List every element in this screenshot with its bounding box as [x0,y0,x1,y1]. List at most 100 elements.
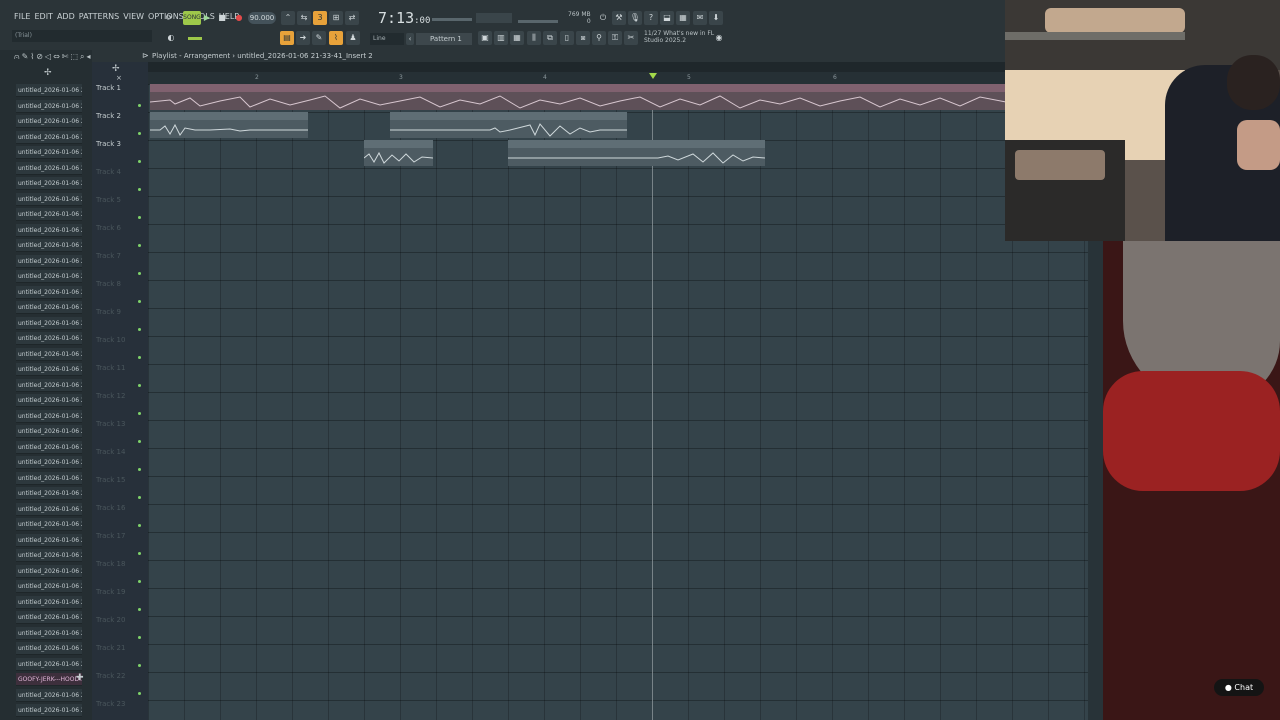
browser-file-item[interactable]: untitled_2026-01-06 21- [16,161,82,175]
pattern-song-toggle[interactable]: SONG [183,11,201,25]
playlist-grid[interactable] [148,84,1088,720]
menu-file[interactable]: FILE [12,12,32,21]
track-led[interactable] [138,384,141,387]
browser-file-item[interactable]: untitled_2026-01-06 21- [16,177,82,190]
select-icon[interactable]: ⬚ [70,52,80,61]
record-button[interactable]: ● [232,11,246,25]
track-led[interactable] [138,608,141,611]
browser-file-item[interactable]: untitled_2026-01-06 21- [16,456,82,469]
lock-icon[interactable]: ⚿ [608,31,622,45]
track-led[interactable] [138,580,141,583]
news-refresh-icon[interactable]: ◉ [712,31,726,45]
browser-file-item[interactable]: untitled_2026-01-06 21- [16,580,82,593]
track-label[interactable]: Track 19 [96,588,125,596]
track-led[interactable] [138,412,141,415]
browser-file-item[interactable]: untitled_2026-01-06 21- [16,549,82,562]
track-led[interactable] [138,468,141,471]
track-label[interactable]: Track 7 [96,252,121,260]
timeline-ruler[interactable]: 2 3 4 5 6 [148,72,1010,84]
browser-file-item[interactable]: untitled_2026-01-06 21- [16,223,82,237]
magnet-icon[interactable]: ⩀ [14,52,22,61]
track-led[interactable] [138,132,141,135]
close-track-icon[interactable]: × [116,74,122,82]
wait-icon[interactable]: ⇆ [297,11,311,25]
help-icon[interactable]: ? [644,11,658,25]
browser-file-item[interactable]: untitled_2026-01-06 21- [16,688,82,702]
pin-icon[interactable]: ⚲ [592,31,606,45]
save-icon[interactable]: ⬓ [660,11,674,25]
refresh-icon[interactable]: ⟳ [162,11,176,25]
track-label[interactable]: Track 22 [96,672,125,680]
track-label[interactable]: Track 20 [96,616,125,624]
loop-record-icon[interactable]: ⇄ [345,11,359,25]
track-led[interactable] [138,160,141,163]
plugin-picker-icon[interactable]: ⧆ [576,31,590,45]
browser-file-item[interactable]: untitled_2026-01-06 21- [16,316,82,330]
track-led[interactable] [138,552,141,555]
track-led[interactable] [138,244,141,247]
track-label[interactable]: Track 17 [96,532,125,540]
track-label[interactable]: Track 16 [96,504,125,512]
audio-clip-track2-a[interactable]: untitled_2026-01-06 21-30-34_Insert 2 [150,112,308,138]
plugin-icon[interactable]: ▦ [676,11,690,25]
cut-icon[interactable]: ✂ [624,31,638,45]
add-track-icon[interactable]: ✢ [112,64,120,74]
browser-file-item[interactable]: untitled_2026-01-06 20- [16,84,82,97]
piano-roll-icon[interactable]: ▥ [494,31,508,45]
master-pitch-slider[interactable] [518,20,558,23]
slip-icon[interactable]: ⇔ [53,52,62,61]
audio-clip-track3-a[interactable]: untitled_202...-50_Insert 2 [364,140,433,166]
channel-rack-icon[interactable]: ▣ [478,31,492,45]
browser-add-icon[interactable]: ✢ [44,68,52,78]
stop-button[interactable]: ■ [215,11,229,25]
browser-add-file-icon[interactable]: ✚ [76,673,84,683]
chat-icon[interactable]: ✉ [693,11,707,25]
patcher-icon[interactable]: ⧉ [543,31,557,45]
browser-file-item[interactable]: untitled_2026-01-06 21- [16,595,82,609]
track-led[interactable] [138,664,141,667]
browser-file-item[interactable]: untitled_2026-01-06 21- [16,626,82,640]
track-label[interactable]: Track 6 [96,224,121,232]
track-led[interactable] [138,692,141,695]
download-icon[interactable]: ⬇ [709,11,723,25]
browser-file-item[interactable]: untitled_2026-01-06 21- [16,270,82,283]
arrow-icon[interactable]: ➜ [296,31,310,45]
browser-file-item[interactable]: untitled_2026-01-06 21- [16,642,82,655]
browser-file-item[interactable]: untitled_2026-01-06 21- [16,285,82,299]
track-led[interactable] [138,272,141,275]
browser-file-item[interactable]: untitled_2026-01-06 21- [16,208,82,221]
browser-file-item[interactable]: untitled_2026-01-06 21- [16,409,82,423]
play-button[interactable]: ▶ [200,11,214,25]
track-label[interactable]: Track 2 [96,112,121,120]
browser-file-item[interactable]: GOOFY-JERK---HOOD... [16,673,82,686]
browser-file-item[interactable]: untitled_2026-01-06 20- [16,146,82,159]
track-led[interactable] [138,524,141,527]
tempo-display[interactable]: 90.000 [248,12,276,24]
delete-icon[interactable]: ⊘ [36,52,45,61]
browser-file-item[interactable]: untitled_2026-01-06 21- [16,363,82,376]
pattern-selector[interactable]: Pattern 1 [416,33,472,45]
track-label[interactable]: Track 5 [96,196,121,204]
browser-file-item[interactable]: untitled_2026-01-06 21- [16,611,82,624]
track-led[interactable] [138,216,141,219]
power-icon[interactable]: ⏻ [596,11,610,25]
track-label[interactable]: Track 23 [96,700,125,708]
master-volume-slider[interactable] [432,18,472,21]
track-label[interactable]: Track 9 [96,308,121,316]
metronome-icon[interactable]: ⌃ [281,11,295,25]
track-label[interactable]: Track 15 [96,476,125,484]
stamp-icon[interactable]: ♟ [346,31,360,45]
menu-patterns[interactable]: PATTERNS [77,12,121,21]
track-label[interactable]: Track 14 [96,448,125,456]
track-led[interactable] [138,440,141,443]
browser-file-item[interactable]: untitled_2026-01-06 21- [16,192,82,206]
browser-file-item[interactable]: untitled_2026-01-06 21- [16,502,82,516]
audio-clip-track3-b[interactable]: untitled_2026-01-06 21-33-41_Insert 2 [508,140,765,166]
pencil-icon[interactable]: ✎ [312,31,326,45]
browser-file-item[interactable]: untitled_2026-01-06 21- [16,704,82,717]
menu-edit[interactable]: EDIT [32,12,54,21]
browser-file-item[interactable]: untitled_2026-01-06 21- [16,347,82,361]
playhead-marker[interactable] [649,73,657,79]
browser-icon[interactable]: ▯ [560,31,574,45]
countdown-icon[interactable]: 3 [313,11,327,25]
